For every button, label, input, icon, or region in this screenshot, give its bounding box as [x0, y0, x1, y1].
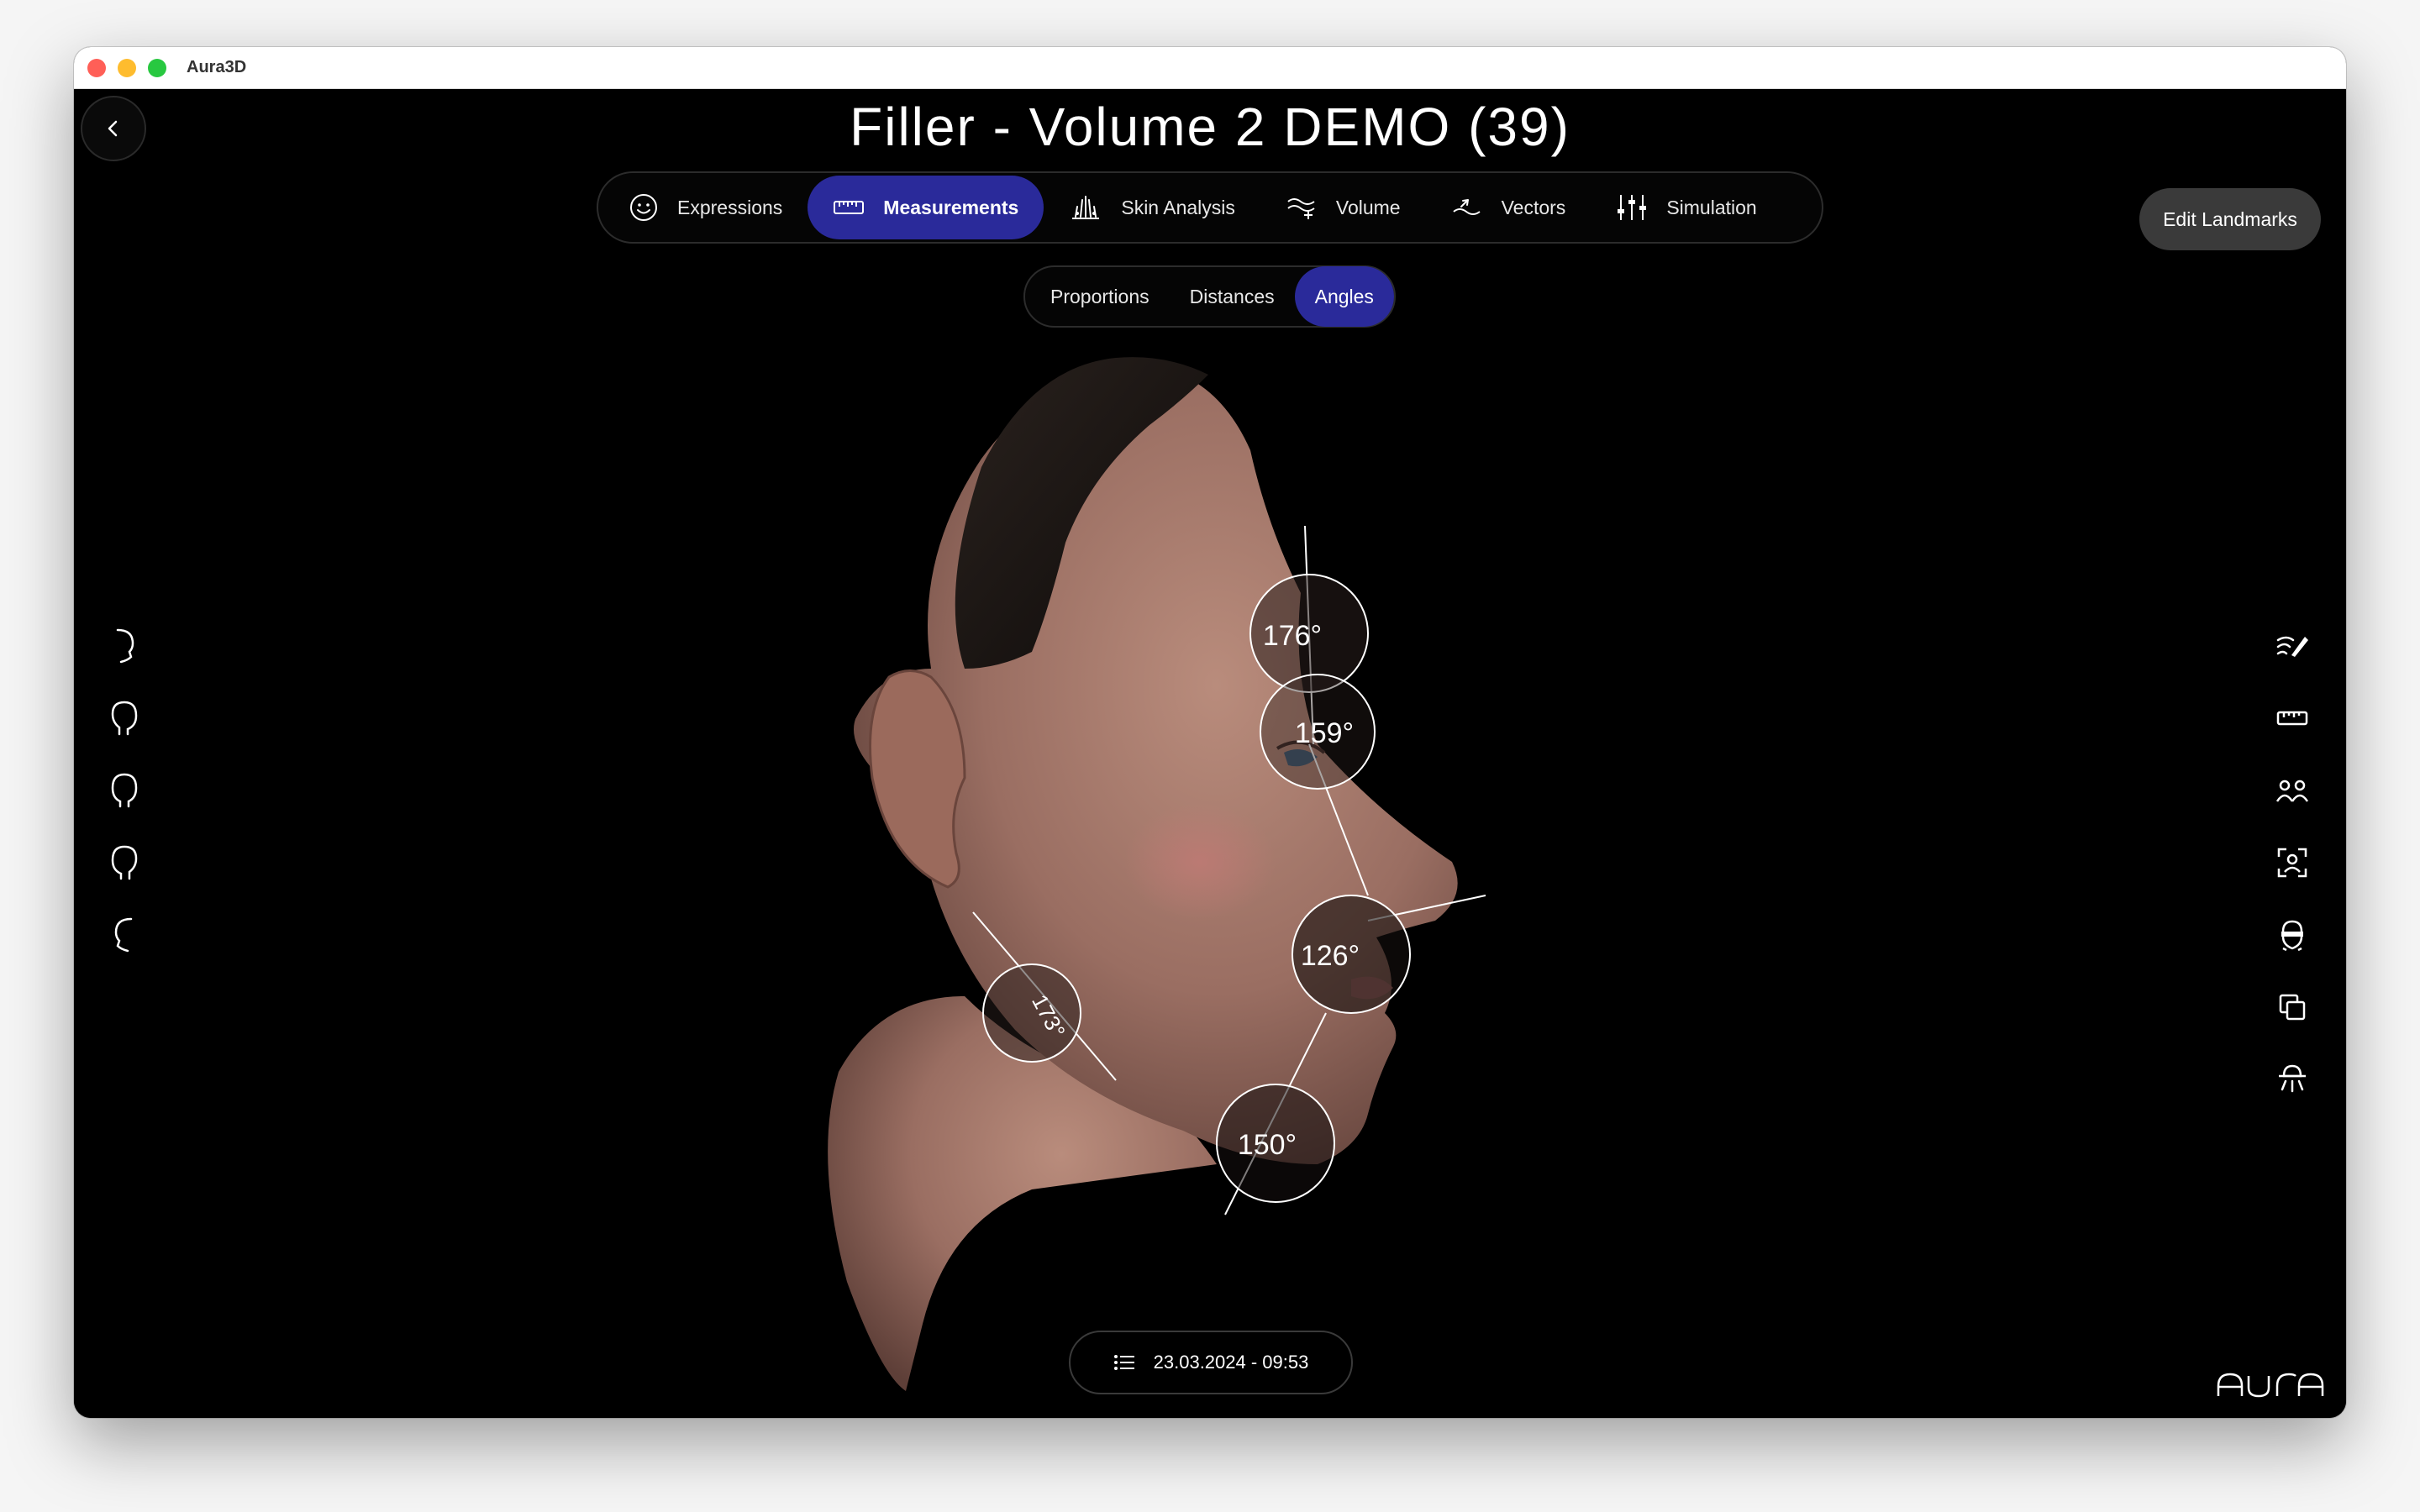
head-mask-icon	[2281, 920, 2303, 952]
pen-annotate-icon	[2276, 636, 2308, 657]
vectors-icon	[1452, 199, 1481, 215]
view-right-three-quarter-button[interactable]	[99, 827, 150, 899]
angle-value-nasal: 159°	[1295, 717, 1354, 749]
cheek-blush	[1124, 803, 1276, 921]
sliders-icon	[1618, 195, 1647, 220]
head-three-quarter-left-icon	[111, 701, 138, 736]
scan-date-selector[interactable]: 23.03.2024 - 09:53	[1069, 1331, 1353, 1394]
view-preset-rail	[99, 610, 150, 971]
page-title: Filler - Volume 2 DEMO (39)	[850, 97, 1570, 157]
aura-logo	[2217, 1373, 2324, 1398]
scan-date-label: 23.03.2024 - 09:53	[1153, 1352, 1309, 1373]
tab-vectors[interactable]: Vectors	[1426, 176, 1591, 239]
duplicate-view-button[interactable]	[2267, 971, 2317, 1043]
tab-simulation[interactable]: Simulation	[1591, 176, 1781, 239]
avatar-view-button[interactable]	[2267, 899, 2317, 971]
tab-expressions[interactable]: Expressions	[603, 176, 808, 239]
head-profile-right-icon	[114, 917, 133, 953]
face-scan-icon	[2277, 848, 2307, 878]
tool-rail	[2267, 610, 2317, 1116]
tab-volume[interactable]: Volume	[1260, 176, 1426, 239]
view-right-profile-button[interactable]	[99, 899, 150, 971]
edit-landmarks-button[interactable]: Edit Landmarks	[2139, 188, 2321, 250]
angle-value-chin: 150°	[1238, 1129, 1297, 1161]
app-name: Aura3D	[187, 58, 247, 76]
angle-value-forehead: 176°	[1263, 620, 1322, 652]
tab-measurements-label: Measurements	[883, 196, 1019, 218]
skin-analysis-icon	[1072, 196, 1100, 219]
annotate-tool-button[interactable]	[2267, 610, 2317, 682]
two-people-icon	[2275, 780, 2309, 802]
main-tab-bar: Expressions Measurements Skin Analysis V…	[597, 171, 1823, 244]
head-three-quarter-right-icon	[111, 845, 138, 880]
viewer-stage: Filler - Volume 2 DEMO (39) Expressions …	[74, 89, 2346, 1418]
ear-shape	[869, 669, 966, 889]
tab-vectors-label: Vectors	[1501, 196, 1566, 218]
tab-skin-analysis-label: Skin Analysis	[1121, 196, 1235, 218]
face-scan-3d-view[interactable]: 176° 159° 126° 173° 150°	[713, 274, 1553, 1416]
tab-measurements[interactable]: Measurements	[808, 176, 1044, 239]
tab-expressions-label: Expressions	[677, 196, 783, 218]
measure-tool-button[interactable]	[2267, 682, 2317, 754]
ruler-icon	[2276, 711, 2308, 726]
tab-simulation-label: Simulation	[1666, 196, 1757, 218]
title-bar: Aura3D	[74, 47, 2346, 89]
view-front-button[interactable]	[99, 754, 150, 827]
face-scan-button[interactable]	[2267, 827, 2317, 899]
lighting-button[interactable]	[2267, 1043, 2317, 1116]
ruler-icon	[834, 201, 865, 214]
smiley-icon	[630, 194, 657, 221]
app-window: Aura3D Filler - Volume 2 DEMO (39) Expre…	[74, 47, 2346, 1418]
minimize-window-button[interactable]	[118, 58, 136, 77]
lamp-lighting-icon	[2279, 1064, 2306, 1093]
tab-skin-analysis[interactable]: Skin Analysis	[1044, 176, 1260, 239]
zoom-window-button[interactable]	[148, 58, 166, 77]
list-icon	[1113, 1355, 1134, 1370]
view-left-profile-button[interactable]	[99, 610, 150, 682]
angle-value-nasolabial: 126°	[1301, 940, 1360, 972]
head-front-icon	[111, 773, 138, 808]
tab-volume-label: Volume	[1335, 196, 1401, 218]
compare-patients-button[interactable]	[2267, 754, 2317, 827]
close-window-button[interactable]	[87, 58, 106, 77]
view-left-three-quarter-button[interactable]	[99, 682, 150, 754]
copy-icon	[2279, 994, 2306, 1021]
head-profile-left-icon	[116, 628, 134, 664]
angle-overlay-nasolabial[interactable]: 126°	[1292, 895, 1486, 1014]
volume-icon	[1287, 198, 1315, 219]
